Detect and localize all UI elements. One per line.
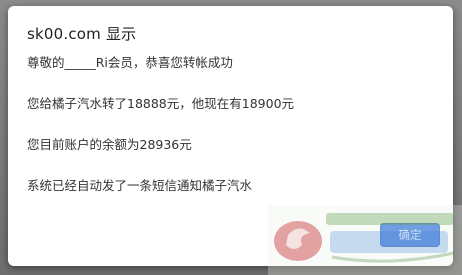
- dialog-message: 尊敬的_____Ri会员，恭喜您转帐成功 您给橘子汽水转了18888元，他现在有…: [27, 55, 437, 219]
- alert-dialog: sk00.com 显示 尊敬的_____Ri会员，恭喜您转帐成功 您给橘子汽水转…: [8, 6, 453, 266]
- dialog-title: sk00.com 显示: [27, 25, 137, 43]
- message-line-transfer: 您给橘子汽水转了18888元，他现在有18900元: [27, 96, 295, 111]
- message-line-greeting: 尊敬的_____Ri会员，恭喜您转帐成功: [27, 55, 233, 70]
- ok-button[interactable]: 确定: [380, 223, 440, 247]
- message-line-sms-notice: 系统已经自动发了一条短信通知橘子汽水: [27, 178, 253, 193]
- message-line-balance: 您目前账户的余额为28936元: [27, 137, 192, 152]
